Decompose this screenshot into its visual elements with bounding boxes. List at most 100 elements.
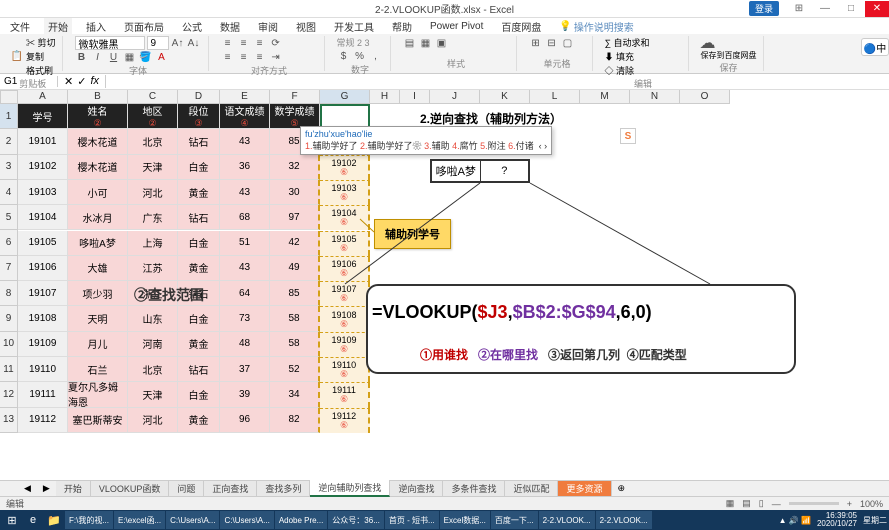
insert-cell-icon[interactable]: ⊞ bbox=[529, 36, 543, 50]
tab-multicond[interactable]: 多条件查找 bbox=[443, 481, 505, 496]
row-header[interactable]: 10 bbox=[0, 332, 18, 357]
helper-cell[interactable]: 19106⑥ bbox=[320, 256, 370, 281]
col-header-O[interactable]: O bbox=[680, 90, 730, 104]
taskbar-ie-icon[interactable]: e bbox=[23, 511, 43, 529]
row-header[interactable]: 5 bbox=[0, 205, 18, 230]
row-header[interactable]: 4 bbox=[0, 180, 18, 205]
col-header-K[interactable]: K bbox=[480, 90, 530, 104]
data-cell[interactable]: 19107 bbox=[18, 281, 68, 306]
select-all-corner[interactable] bbox=[0, 90, 18, 104]
border-icon[interactable]: ▦ bbox=[123, 50, 137, 64]
taskbar-item[interactable]: 公众号：36... bbox=[328, 511, 384, 529]
helper-cell[interactable]: 19105⑥ bbox=[320, 231, 370, 256]
data-cell[interactable]: 19101 bbox=[18, 129, 68, 154]
zoom-level[interactable]: 100% bbox=[860, 499, 883, 509]
side-app-badge[interactable]: 🔵中 bbox=[861, 38, 889, 56]
accept-formula-icon[interactable]: ✓ bbox=[77, 75, 86, 88]
data-cell[interactable]: 58 bbox=[270, 306, 320, 331]
tell-me[interactable]: 💡操作说明搜索 bbox=[555, 17, 637, 36]
orientation-icon[interactable]: ⟳ bbox=[269, 36, 283, 50]
tab-reverse-helper[interactable]: 逆向辅助列查找 bbox=[310, 480, 390, 497]
align-center-icon[interactable]: ≡ bbox=[237, 50, 251, 64]
name-box[interactable]: G1 bbox=[0, 76, 58, 87]
tab-vlookup[interactable]: VLOOKUP函数 bbox=[91, 481, 170, 496]
row-header[interactable]: 1 bbox=[0, 104, 18, 129]
format-cell-icon[interactable]: ▢ bbox=[561, 36, 575, 50]
menu-view[interactable]: 视图 bbox=[292, 17, 320, 36]
cell-style-icon[interactable]: ▣ bbox=[435, 36, 449, 50]
align-right-icon[interactable]: ≡ bbox=[253, 50, 267, 64]
data-cell[interactable]: 19102 bbox=[18, 155, 68, 180]
taskbar-item[interactable]: C:\Users\A... bbox=[166, 511, 219, 529]
data-cell[interactable]: 30 bbox=[270, 180, 320, 205]
data-cell[interactable]: 项少羽 bbox=[68, 281, 128, 306]
decrease-font-icon[interactable]: A↓ bbox=[187, 36, 201, 50]
login-badge[interactable]: 登录 bbox=[749, 1, 779, 16]
row-header[interactable]: 2 bbox=[0, 129, 18, 154]
data-cell[interactable]: 36 bbox=[220, 155, 270, 180]
helper-cell[interactable]: 19110⑥ bbox=[320, 357, 370, 382]
table-header-cell[interactable]: 地区② bbox=[128, 104, 178, 129]
helper-cell[interactable]: 19102⑥ bbox=[320, 155, 370, 180]
data-cell[interactable]: 白金 bbox=[178, 155, 220, 180]
row-header[interactable]: 8 bbox=[0, 281, 18, 306]
taskbar-item[interactable]: 2-2.VLOOK... bbox=[596, 511, 652, 529]
data-cell[interactable]: 19104 bbox=[18, 205, 68, 230]
data-cell[interactable]: 97 bbox=[270, 205, 320, 230]
col-header-B[interactable]: B bbox=[68, 90, 128, 104]
data-cell[interactable]: 52 bbox=[270, 357, 320, 382]
data-cell[interactable]: 樱木花道 bbox=[68, 155, 128, 180]
data-cell[interactable]: 北京 bbox=[128, 357, 178, 382]
data-cell[interactable]: 43 bbox=[220, 129, 270, 154]
data-cell[interactable]: 水冰月 bbox=[68, 205, 128, 230]
col-header-G[interactable]: G bbox=[320, 90, 370, 104]
data-cell[interactable]: 白金 bbox=[178, 382, 220, 407]
baidu-cloud-icon[interactable]: ☁ bbox=[701, 36, 715, 50]
table-header-cell[interactable]: 语文成绩④ bbox=[220, 104, 270, 129]
taskbar-item[interactable]: C:\Users\A... bbox=[220, 511, 273, 529]
percent-icon[interactable]: % bbox=[353, 49, 367, 63]
data-cell[interactable]: 黄金 bbox=[178, 408, 220, 433]
table-header-cell[interactable]: 段位③ bbox=[178, 104, 220, 129]
data-cell[interactable]: 白金 bbox=[178, 306, 220, 331]
close-button[interactable]: ✕ bbox=[865, 1, 889, 17]
data-cell[interactable]: 19105 bbox=[18, 231, 68, 256]
col-header-D[interactable]: D bbox=[178, 90, 220, 104]
data-cell[interactable]: 37 bbox=[220, 357, 270, 382]
increase-font-icon[interactable]: A↑ bbox=[171, 36, 185, 50]
bold-icon[interactable]: B bbox=[75, 50, 89, 64]
tab-nav-last-icon[interactable]: ▶ bbox=[37, 483, 56, 494]
data-cell[interactable]: 哆啦A梦 bbox=[68, 231, 128, 256]
taskbar-item[interactable]: Excel数据... bbox=[440, 511, 490, 529]
row-header[interactable]: 9 bbox=[0, 306, 18, 331]
tab-approx[interactable]: 近似匹配 bbox=[505, 481, 558, 496]
underline-icon[interactable]: U bbox=[107, 50, 121, 64]
data-cell[interactable]: 黄金 bbox=[178, 256, 220, 281]
row-header[interactable]: 6 bbox=[0, 230, 18, 255]
menu-layout[interactable]: 页面布局 bbox=[120, 17, 168, 36]
font-size-box[interactable]: 9 bbox=[147, 36, 169, 50]
data-cell[interactable]: 河北 bbox=[128, 408, 178, 433]
cut-button[interactable]: ✂ 剪切 bbox=[26, 36, 56, 49]
row-header[interactable]: 13 bbox=[0, 408, 18, 433]
col-header-H[interactable]: H bbox=[370, 90, 400, 104]
number-format-box[interactable]: 常规 2 3 bbox=[337, 36, 370, 49]
table-header-cell[interactable]: 学号 bbox=[18, 104, 68, 129]
align-top-icon[interactable]: ≡ bbox=[221, 36, 235, 50]
data-cell[interactable]: 49 bbox=[270, 256, 320, 281]
align-left-icon[interactable]: ≡ bbox=[221, 50, 235, 64]
data-cell[interactable]: 山东 bbox=[128, 306, 178, 331]
tab-forward[interactable]: 正向查找 bbox=[204, 481, 257, 496]
menu-baidu[interactable]: 百度网盘 bbox=[497, 17, 545, 36]
data-cell[interactable]: 天津 bbox=[128, 382, 178, 407]
tab-start[interactable]: 开始 bbox=[56, 481, 91, 496]
currency-icon[interactable]: $ bbox=[337, 49, 351, 63]
data-cell[interactable]: 85 bbox=[270, 281, 320, 306]
data-cell[interactable]: 黄金 bbox=[178, 332, 220, 357]
data-cell[interactable]: 51 bbox=[220, 231, 270, 256]
data-cell[interactable]: 天明 bbox=[68, 306, 128, 331]
taskbar-item[interactable]: 2-2.VLOOK... bbox=[539, 511, 595, 529]
col-header-N[interactable]: N bbox=[630, 90, 680, 104]
data-cell[interactable]: 小可 bbox=[68, 180, 128, 205]
col-header-I[interactable]: I bbox=[400, 90, 430, 104]
